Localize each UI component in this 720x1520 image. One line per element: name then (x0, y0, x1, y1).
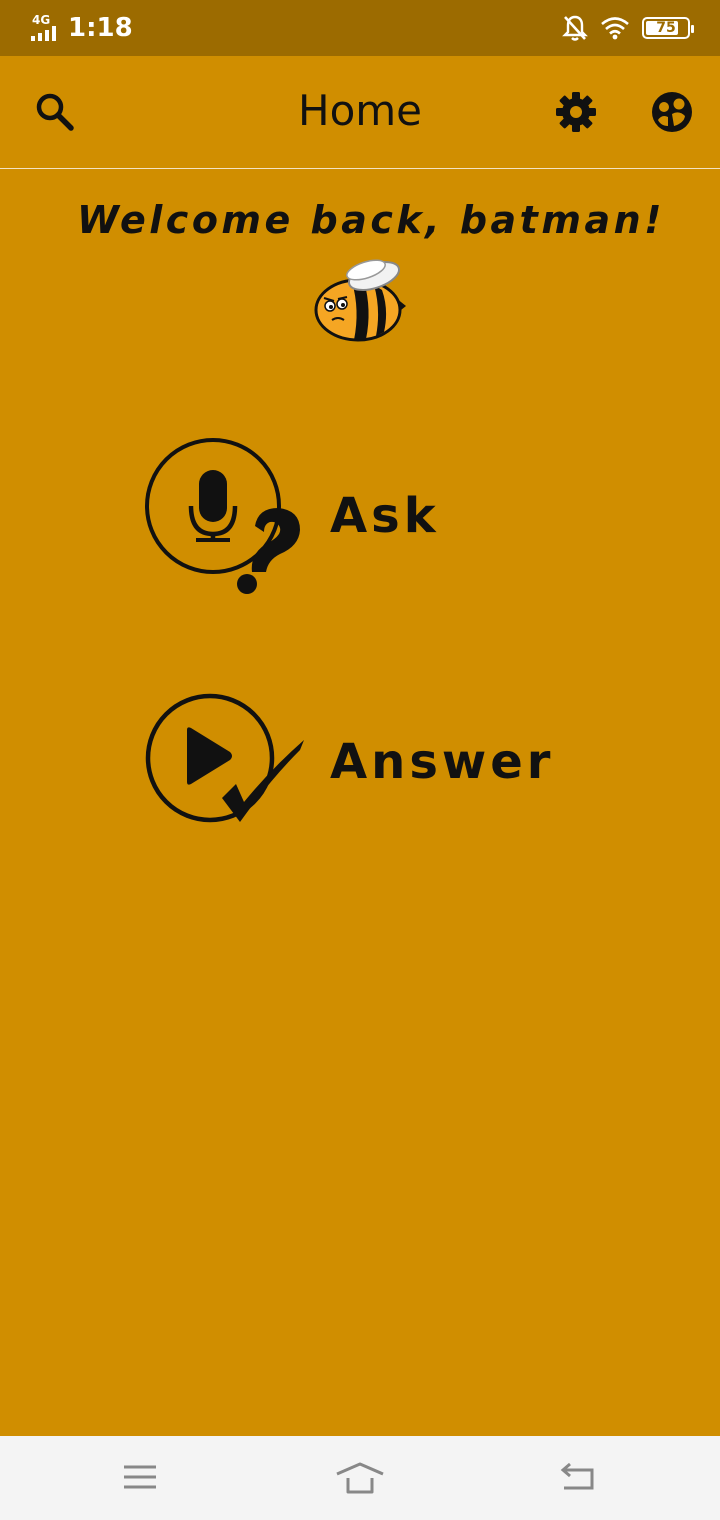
play-check-icon (145, 693, 304, 823)
ask-button[interactable]: Ask (140, 436, 436, 598)
wifi-icon (601, 17, 629, 40)
profile-button[interactable] (649, 89, 695, 135)
gear-icon (556, 92, 596, 132)
back-icon (560, 1462, 594, 1490)
bee-icon (314, 259, 406, 342)
settings-button[interactable] (553, 89, 599, 135)
app-bar: Home (0, 56, 720, 169)
clock: 1:18 (68, 13, 133, 43)
ask-label: Ask (330, 488, 440, 544)
menu-icon (124, 1465, 156, 1489)
nav-back-button[interactable] (548, 1454, 608, 1502)
signal-icon (31, 26, 56, 41)
nav-menu-button[interactable] (110, 1454, 170, 1502)
battery-level: 75 (656, 20, 676, 36)
status-right: 75 (562, 12, 694, 44)
answer-label: Answer (330, 734, 555, 790)
system-nav-bar (0, 1436, 720, 1520)
home-icon (336, 1462, 384, 1494)
network-indicator: 4G (30, 13, 64, 43)
page-title: Home (297, 86, 423, 135)
battery-icon: 75 (642, 17, 694, 39)
status-bar: 4G 1:18 75 (0, 0, 720, 56)
profile-icon (652, 92, 692, 132)
notifications-off-icon (562, 15, 588, 41)
status-left: 4G 1:18 (30, 10, 133, 46)
answer-button[interactable]: Answer (140, 690, 550, 852)
welcome-message: Welcome back, batman! (77, 198, 665, 242)
nav-home-button[interactable] (330, 1454, 390, 1502)
microphone-question-icon (145, 438, 300, 594)
